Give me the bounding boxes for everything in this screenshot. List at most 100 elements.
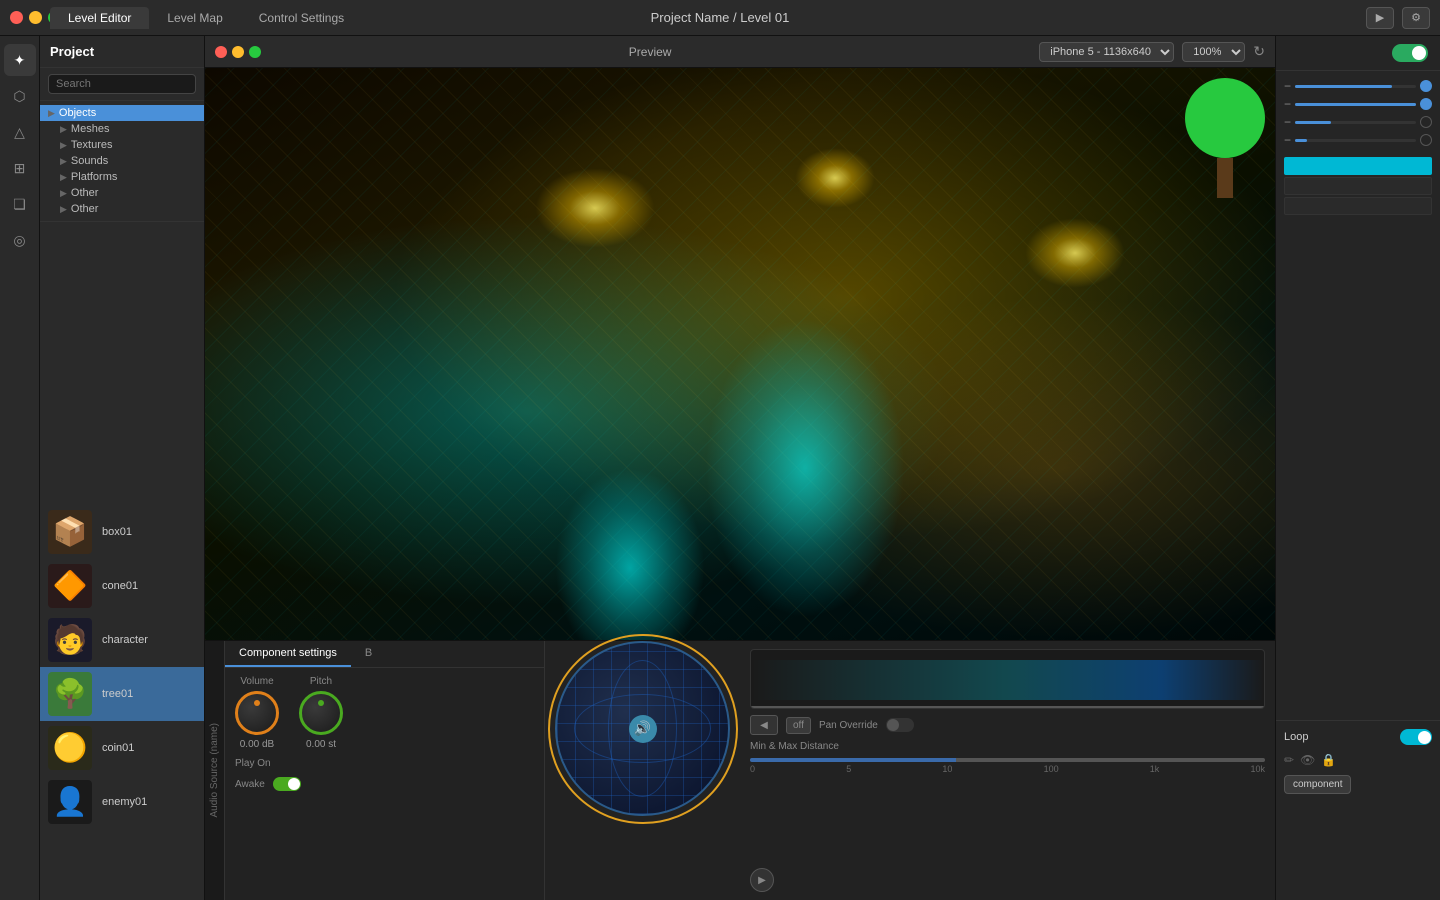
play-on-label: Play On	[235, 758, 271, 769]
tree-item-label: Sounds	[71, 155, 108, 167]
radio-1[interactable]	[1420, 80, 1432, 92]
icon-globe[interactable]: ◎	[4, 224, 36, 256]
sphere-container: 🔊	[555, 641, 730, 816]
icon-triangle[interactable]: △	[4, 116, 36, 148]
slider-4[interactable]	[1295, 139, 1416, 142]
awake-toggle[interactable]	[273, 777, 301, 791]
expand-arrow-icon: ▶	[60, 140, 67, 151]
preview-minimize-icon[interactable]	[232, 46, 244, 58]
preview-close-icon[interactable]	[215, 46, 227, 58]
icon-bar: ✦ ⬡ △ ⊞ ❏ ◎	[0, 36, 40, 900]
asset-list: 📦 box01 🔶 cone01 🧑 character 🌳 tree01 🟡 …	[40, 501, 204, 900]
pan-off-label: off	[786, 717, 811, 734]
preview-device-selector[interactable]: iPhone 5 - 1136x640	[1039, 42, 1174, 62]
right-panel-toggle[interactable]	[1392, 44, 1428, 62]
preview-zoom-selector[interactable]: 100%	[1182, 42, 1245, 62]
slider-row-2: −	[1284, 97, 1432, 111]
dist-label-5: 5	[846, 764, 851, 774]
icon-shapes[interactable]: ⬡	[4, 80, 36, 112]
pan-left-button[interactable]: ◀	[750, 715, 778, 735]
knob-indicator	[318, 700, 324, 706]
search-input[interactable]	[48, 74, 196, 94]
asset-coin01[interactable]: 🟡 coin01	[40, 721, 204, 775]
asset-character[interactable]: 🧑 character	[40, 613, 204, 667]
tree-item-sounds[interactable]: ▶ Sounds	[40, 153, 204, 169]
titlebar-right-controls: ▶ ⚙	[1366, 7, 1430, 29]
empty-bar-2	[1284, 197, 1432, 215]
asset-cone01[interactable]: 🔶 cone01	[40, 559, 204, 613]
asset-box01[interactable]: 📦 box01	[40, 505, 204, 559]
tree-item-objects[interactable]: ▶ Objects	[40, 105, 204, 121]
awake-row: Awake	[235, 777, 534, 791]
slider-1[interactable]	[1295, 85, 1416, 88]
lock-icon[interactable]: 🔒	[1321, 753, 1336, 767]
minimize-button[interactable]	[29, 11, 42, 24]
radio-3[interactable]	[1420, 116, 1432, 128]
tree-item-platforms[interactable]: ▶ Platforms	[40, 169, 204, 185]
tab-level-map[interactable]: Level Map	[149, 7, 240, 29]
pencil-icon[interactable]: ✏	[1284, 753, 1294, 767]
minus-icon: −	[1284, 79, 1291, 93]
asset-thumbnail: 📦	[48, 510, 92, 554]
volume-knob-group: Volume 0.00 dB	[235, 676, 279, 750]
tree-top	[1185, 78, 1265, 158]
play-button[interactable]: ▶	[1366, 7, 1394, 29]
waveform-curve	[751, 660, 1264, 700]
audio-play-button[interactable]: ▶	[750, 868, 774, 892]
tree-item-textures[interactable]: ▶ Textures	[40, 137, 204, 153]
main-layout: ✦ ⬡ △ ⊞ ❏ ◎ Project ▶ Objects ▶ Meshes ▶…	[0, 36, 1440, 900]
distance-slider[interactable]	[750, 758, 1265, 762]
dist-label-10k: 10k	[1250, 764, 1265, 774]
component-button[interactable]: component	[1284, 775, 1351, 794]
tab-component-settings[interactable]: Component settings	[225, 641, 351, 667]
dist-label-10: 10	[942, 764, 952, 774]
settings-button[interactable]: ⚙	[1402, 7, 1430, 29]
tree-item-other-2[interactable]: ▶ Other	[40, 201, 204, 217]
slider-fill-2	[1295, 103, 1416, 106]
loop-toggle[interactable]	[1400, 729, 1432, 745]
pitch-knob[interactable]	[299, 691, 343, 735]
slider-3[interactable]	[1295, 121, 1416, 124]
tree-item-label: Other	[71, 203, 99, 215]
asset-name: tree01	[102, 688, 133, 700]
pan-override-row: ◀ off Pan Override	[750, 715, 1265, 735]
preview-maximize-icon[interactable]	[249, 46, 261, 58]
icon-cursor[interactable]: ✦	[4, 44, 36, 76]
volume-knob[interactable]	[235, 691, 279, 735]
pan-override-label: Pan Override	[819, 720, 878, 731]
tree-item-other-1[interactable]: ▶ Other	[40, 185, 204, 201]
radio-4[interactable]	[1420, 134, 1432, 146]
audio-source-text: Audio Source (name)	[209, 723, 220, 818]
refresh-icon[interactable]: ↻	[1253, 43, 1265, 60]
title-tabs: Level Editor Level Map Control Settings	[50, 7, 362, 29]
slider-2[interactable]	[1295, 103, 1416, 106]
play-on-row: Play On	[235, 758, 534, 769]
tree-item-meshes[interactable]: ▶ Meshes	[40, 121, 204, 137]
eye-icon[interactable]: 👁	[1300, 753, 1315, 767]
project-title: Project Name / Level 01	[651, 10, 790, 25]
bottom-panel: Audio Source (name) Component settings B…	[205, 640, 1275, 900]
tree-item-label: Platforms	[71, 171, 117, 183]
tab-control-settings[interactable]: Control Settings	[241, 7, 362, 29]
asset-enemy01[interactable]: 👤 enemy01	[40, 775, 204, 829]
asset-tree01[interactable]: 🌳 tree01	[40, 667, 204, 721]
slider-fill-1	[1295, 85, 1392, 88]
light-glow-1	[535, 168, 655, 248]
empty-bar-1	[1284, 177, 1432, 195]
audio-play-row: ▶	[750, 868, 1265, 892]
slider-fill-3	[1295, 121, 1331, 124]
awake-label: Awake	[235, 779, 265, 790]
light-glow-3	[1025, 218, 1125, 288]
icon-grid[interactable]: ⊞	[4, 152, 36, 184]
cyan-glow-1	[705, 318, 905, 618]
asset-thumbnail: 🔶	[48, 564, 92, 608]
radio-2[interactable]	[1420, 98, 1432, 110]
preview-title: Preview	[269, 45, 1031, 59]
audio-controls: ◀ off Pan Override Min & Max Distance 0 …	[740, 641, 1275, 900]
tab-b[interactable]: B	[351, 641, 386, 667]
icon-group[interactable]: ❏	[4, 188, 36, 220]
close-button[interactable]	[10, 11, 23, 24]
tab-level-editor[interactable]: Level Editor	[50, 7, 149, 29]
pan-override-toggle[interactable]	[886, 718, 914, 732]
distance-slider-wrap: 0 5 10 100 1k 10k	[750, 758, 1265, 862]
